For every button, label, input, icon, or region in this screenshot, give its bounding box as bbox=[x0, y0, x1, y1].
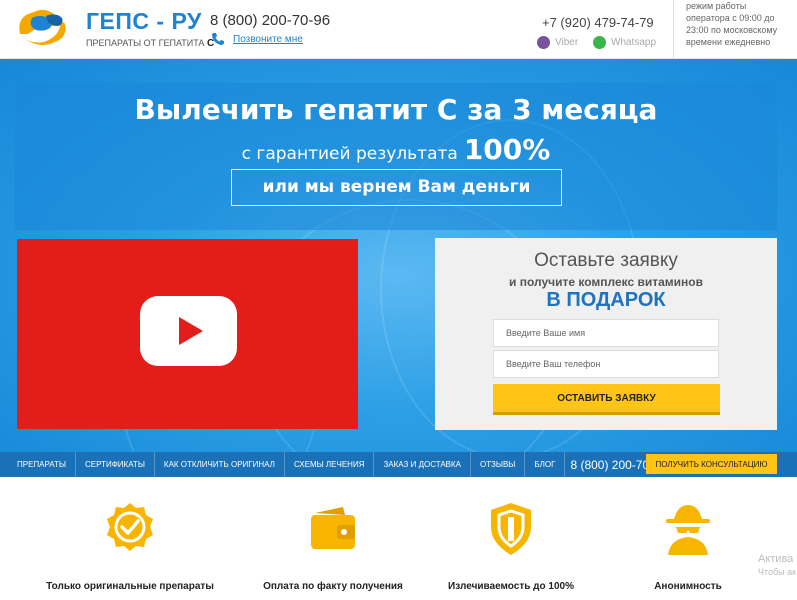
lead-form: Оставьте заявку и получите комплекс вита… bbox=[435, 238, 777, 430]
video-player[interactable] bbox=[17, 239, 358, 429]
money-back-box: или мы вернем Вам деньги bbox=[231, 169, 562, 206]
form-gift: В ПОДАРОК bbox=[546, 289, 666, 311]
working-hours: режим работы оператора с 09:00 до 23:00 … bbox=[686, 0, 796, 48]
nav-item-treatment[interactable]: СХЕМЫ ЛЕЧЕНИЯ bbox=[285, 452, 375, 477]
whatsapp-icon bbox=[593, 36, 606, 49]
feature-cure-rate: Излечиваемость до 100% bbox=[411, 477, 611, 600]
whatsapp-link[interactable]: Whatsapp bbox=[593, 36, 656, 49]
nav-item-reviews[interactable]: ОТЗЫВЫ bbox=[471, 452, 526, 477]
hours-line: режим работы bbox=[686, 1, 747, 11]
hero-section: Вылечить гепатит С за 3 месяца с гаранти… bbox=[0, 59, 797, 452]
brand-tagline: ПРЕПАРАТЫ ОТ ГЕПАТИТА С bbox=[86, 38, 214, 49]
nav-item-delivery[interactable]: ЗАКАЗ И ДОСТАВКА bbox=[374, 452, 472, 477]
brand-name[interactable]: ГЕПС - РУ bbox=[86, 8, 202, 35]
hours-line: оператора с 09:00 до bbox=[686, 13, 775, 23]
hero-headline: Вылечить гепатит С за 3 месяца bbox=[134, 93, 658, 126]
youtube-play-button[interactable] bbox=[140, 296, 237, 366]
feature-original: Только оригинальные препараты bbox=[30, 477, 230, 600]
main-nav: ПРЕПАРАТЫ СЕРТИФИКАТЫ КАК ОТКЛИЧИТЬ ОРИГ… bbox=[0, 452, 797, 477]
hero-banner: Вылечить гепатит С за 3 месяца с гаранти… bbox=[15, 83, 777, 230]
brand-tagline-text: ПРЕПАРАТЫ ОТ ГЕПАТИТА bbox=[86, 38, 205, 48]
site-header: ГЕПС - РУ ПРЕПАРАТЫ ОТ ГЕПАТИТА С 8 (800… bbox=[0, 0, 797, 59]
hero-guarantee-percent: 100% bbox=[463, 133, 551, 166]
hours-line: времени ежедневно bbox=[686, 37, 771, 47]
feature-label: Излечиваемость до 100% bbox=[448, 581, 574, 592]
form-subtitle: и получите комплекс витаминов bbox=[508, 275, 703, 289]
phone-input[interactable] bbox=[493, 350, 719, 378]
hours-line: 23:00 по московскому bbox=[686, 25, 778, 35]
header-divider bbox=[673, 0, 674, 59]
viber-link[interactable]: Viber bbox=[537, 36, 578, 49]
wallet-icon bbox=[311, 507, 355, 549]
hero-subline: с гарантией результата 100% bbox=[15, 133, 777, 166]
phone-icon bbox=[212, 33, 224, 45]
viber-label: Viber bbox=[555, 37, 579, 48]
feature-label: Анонимность bbox=[654, 581, 722, 592]
logo-icon[interactable] bbox=[14, 4, 72, 52]
feature-label: Оплата по факту получения bbox=[263, 581, 403, 592]
nav-item-blog[interactable]: БЛОГ bbox=[525, 452, 566, 477]
activation-watermark: Актива bbox=[758, 553, 794, 565]
play-icon bbox=[179, 317, 203, 345]
badge-check-icon bbox=[107, 503, 153, 551]
features-section: Только оригинальные препараты Оплата по … bbox=[0, 477, 797, 600]
header-phone-mobile[interactable]: +7 (920) 479-74-79 bbox=[542, 15, 654, 30]
nav-item-products[interactable]: ПРЕПАРАТЫ bbox=[0, 452, 76, 477]
name-input[interactable] bbox=[493, 319, 719, 347]
nav-item-certificates[interactable]: СЕРТИФИКАТЫ bbox=[76, 452, 155, 477]
viber-icon bbox=[537, 36, 550, 49]
feature-payment: Оплата по факту получения bbox=[233, 477, 433, 600]
feature-label: Только оригинальные препараты bbox=[46, 581, 214, 592]
feature-anonymity: Анонимность bbox=[588, 477, 788, 600]
header-phone-main[interactable]: 8 (800) 200-70-96 bbox=[210, 12, 330, 29]
submit-request-button[interactable]: ОСТАВИТЬ ЗАЯВКУ bbox=[493, 384, 720, 415]
spy-icon bbox=[666, 505, 710, 555]
whatsapp-label: Whatsapp bbox=[611, 37, 657, 48]
shield-icon bbox=[491, 503, 531, 555]
nav-item-original-check[interactable]: КАК ОТКЛИЧИТЬ ОРИГИНАЛ bbox=[155, 452, 285, 477]
hero-guarantee-text: с гарантией результата bbox=[241, 144, 458, 164]
callback-link[interactable]: Позвоните мне bbox=[233, 34, 303, 45]
consultation-button[interactable]: ПОЛУЧИТЬ КОНСУЛЬТАЦИЮ bbox=[646, 454, 777, 474]
activation-watermark-sub: Чтобы ак bbox=[758, 567, 797, 577]
form-title: Оставьте заявку bbox=[534, 250, 678, 271]
